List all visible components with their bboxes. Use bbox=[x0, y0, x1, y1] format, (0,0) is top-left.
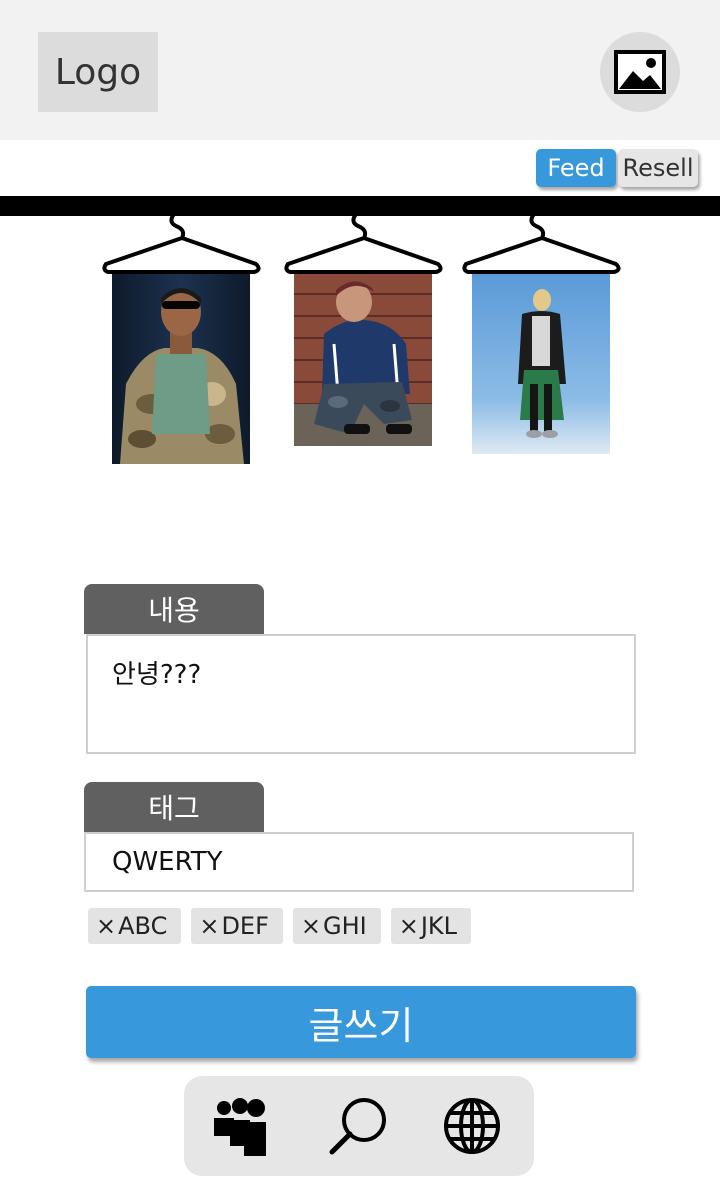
tag-chip[interactable]: × DEF bbox=[191, 908, 283, 944]
image-upload-button[interactable] bbox=[600, 32, 680, 112]
hanger-icon bbox=[284, 212, 443, 274]
photo-long-coat bbox=[472, 274, 610, 454]
feed-toggle-button[interactable]: Feed bbox=[536, 149, 616, 187]
remove-icon[interactable]: × bbox=[399, 912, 419, 940]
clothing-photo-2[interactable] bbox=[294, 274, 432, 446]
hanger-icon bbox=[462, 212, 621, 274]
tag-chip[interactable]: × GHI bbox=[292, 908, 381, 944]
remove-icon[interactable]: × bbox=[301, 912, 321, 940]
tag-chip-label: GHI bbox=[323, 912, 367, 940]
bottom-nav bbox=[184, 1076, 534, 1176]
tag-label: 태그 bbox=[84, 782, 264, 832]
logo[interactable]: Logo bbox=[38, 32, 158, 112]
tag-chip[interactable]: × ABC bbox=[88, 908, 182, 944]
tag-chip-label: JKL bbox=[420, 912, 458, 940]
people-icon[interactable] bbox=[210, 1096, 270, 1156]
clothing-photo-1[interactable] bbox=[112, 274, 250, 464]
remove-icon[interactable]: × bbox=[199, 912, 219, 940]
content-label: 내용 bbox=[84, 584, 264, 634]
tag-chip[interactable]: × JKL bbox=[390, 908, 472, 944]
clothing-photo-3[interactable] bbox=[472, 274, 610, 454]
search-icon[interactable] bbox=[328, 1096, 388, 1156]
tag-input[interactable]: QWERTY bbox=[84, 832, 634, 892]
photo-track-jacket bbox=[294, 274, 432, 446]
hanger-icon bbox=[102, 212, 261, 274]
write-post-button[interactable]: 글쓰기 bbox=[86, 986, 636, 1058]
resell-toggle-button[interactable]: Resell bbox=[618, 149, 698, 187]
tag-chip-label: DEF bbox=[221, 912, 269, 940]
content-textarea[interactable]: 안녕??? bbox=[86, 634, 636, 754]
tag-chip-label: ABC bbox=[118, 912, 168, 940]
app-header: Logo bbox=[0, 0, 720, 140]
globe-icon[interactable] bbox=[442, 1096, 502, 1156]
remove-icon[interactable]: × bbox=[96, 912, 116, 940]
tag-chip-list: × ABC × DEF × GHI × JKL bbox=[88, 908, 472, 944]
photo-camo-hoodie bbox=[112, 274, 250, 464]
image-icon bbox=[614, 50, 666, 94]
